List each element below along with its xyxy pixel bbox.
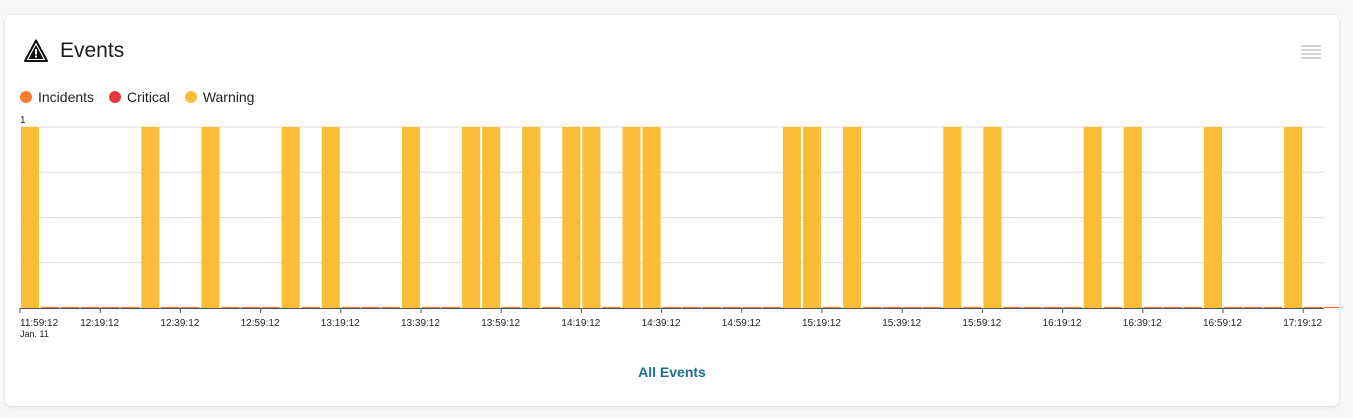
x-tick-label: 14:59:12 bbox=[722, 318, 761, 329]
bar-warning bbox=[782, 127, 801, 308]
y-tick-label: 1 bbox=[20, 115, 26, 126]
bar-warning bbox=[843, 127, 862, 308]
x-tick-label: 15:19:12 bbox=[802, 318, 841, 329]
bar-warning bbox=[462, 127, 481, 308]
x-tick-label: 16:59:12 bbox=[1203, 318, 1242, 329]
bar-warning bbox=[141, 127, 160, 308]
bar-warning bbox=[1123, 127, 1142, 308]
bar-warning bbox=[1284, 127, 1303, 308]
bar-warning bbox=[482, 127, 501, 308]
all-events-link[interactable]: All Events bbox=[5, 364, 1339, 380]
bar-warning bbox=[321, 127, 340, 308]
bar-warning bbox=[622, 127, 641, 308]
events-bar-chart: 1 11:59:12 12:19:12 12:39:12 12:59:12 13:19:1… bbox=[19, 115, 1339, 339]
bar-warning bbox=[21, 127, 40, 308]
x-tick-label: 12:19:12 bbox=[80, 318, 119, 329]
bar-warning bbox=[562, 127, 581, 308]
x-tick-label: 14:39:12 bbox=[642, 318, 681, 329]
bar-warning bbox=[582, 127, 601, 308]
x-tick-label: 13:39:12 bbox=[401, 318, 440, 329]
events-card: Events Incidents Critical Warning 1 11:59… bbox=[5, 15, 1339, 406]
x-tick-label: 15:39:12 bbox=[882, 318, 921, 329]
x-tick-label: 14:19:12 bbox=[561, 318, 600, 329]
x-tick-label: 16:19:12 bbox=[1043, 318, 1082, 329]
x-tick-label: 17:19:12 bbox=[1283, 318, 1322, 329]
bar-warning bbox=[201, 127, 220, 308]
bar-warning bbox=[1083, 127, 1102, 308]
x-tick-label: 15:59:12 bbox=[962, 318, 1001, 329]
x-tick-label: 11:59:12 bbox=[20, 318, 59, 329]
bar-warning bbox=[943, 127, 962, 308]
bar-warning bbox=[281, 127, 300, 308]
bar-warning bbox=[802, 127, 821, 308]
x-tick-label: 12:59:12 bbox=[241, 318, 280, 329]
bar-warning bbox=[983, 127, 1002, 308]
x-date-label: Jan. 11 bbox=[20, 329, 49, 339]
bar-warning bbox=[401, 127, 420, 308]
bar-warning bbox=[522, 127, 541, 308]
x-tick-label: 13:19:12 bbox=[321, 318, 360, 329]
bar-warning bbox=[642, 127, 661, 308]
bar-warning bbox=[1203, 127, 1222, 308]
x-tick-label: 12:39:12 bbox=[160, 318, 199, 329]
x-tick-label: 16:39:12 bbox=[1123, 318, 1162, 329]
x-tick-label: 13:59:12 bbox=[481, 318, 520, 329]
